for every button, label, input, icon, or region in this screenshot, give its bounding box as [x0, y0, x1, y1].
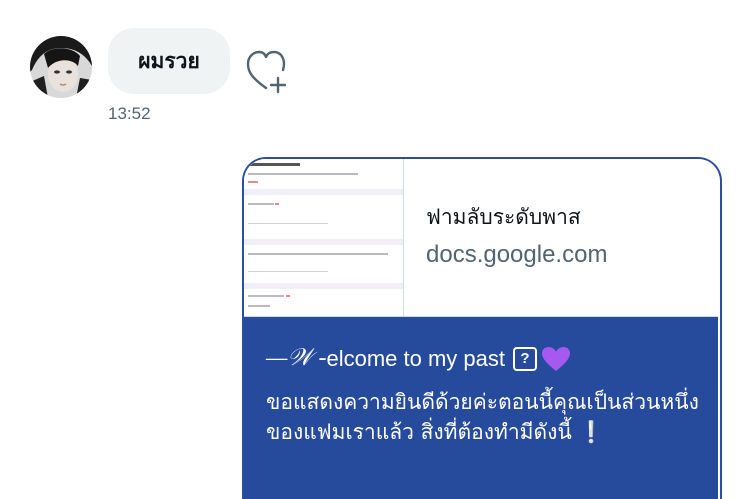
- message-body: ขอแสดงความยินดีด้วยค่ะตอนนี้คุณเป็นส่วนห…: [266, 390, 699, 444]
- add-reaction-button[interactable]: [244, 48, 294, 94]
- link-title: ฟามลับระดับพาส: [426, 205, 581, 229]
- incoming-message-bubble[interactable]: ผมรวย: [108, 28, 230, 94]
- question-box-icon: ?: [513, 346, 537, 371]
- avatar[interactable]: [30, 36, 92, 98]
- link-preview[interactable]: ฟามลับระดับพาส docs.google.com: [244, 159, 718, 317]
- outgoing-message-text-area: —𝒲 - elcome to my past ? ขอแสดงความยินดี…: [244, 317, 718, 499]
- link-preview-thumbnail: [244, 159, 404, 316]
- heart-plus-icon: [246, 50, 287, 94]
- message-timestamp: 13:52: [108, 104, 151, 123]
- incoming-message-text: ผมรวย: [138, 48, 200, 73]
- message-prefix: —𝒲 -: [266, 345, 327, 371]
- exclamation-icon: ❕: [578, 420, 605, 444]
- message-body-text: ขอแสดงความยินดีด้วยค่ะตอนนี้คุณเป็นส่วนห…: [266, 387, 706, 447]
- link-domain: docs.google.com: [426, 241, 608, 268]
- message-first-text: elcome to my past: [326, 345, 505, 371]
- message-first-line: —𝒲 - elcome to my past ?: [266, 345, 571, 372]
- outgoing-message-card[interactable]: ฟามลับระดับพาส docs.google.com —𝒲 - elco…: [242, 157, 722, 499]
- purple-heart-icon: [542, 346, 570, 371]
